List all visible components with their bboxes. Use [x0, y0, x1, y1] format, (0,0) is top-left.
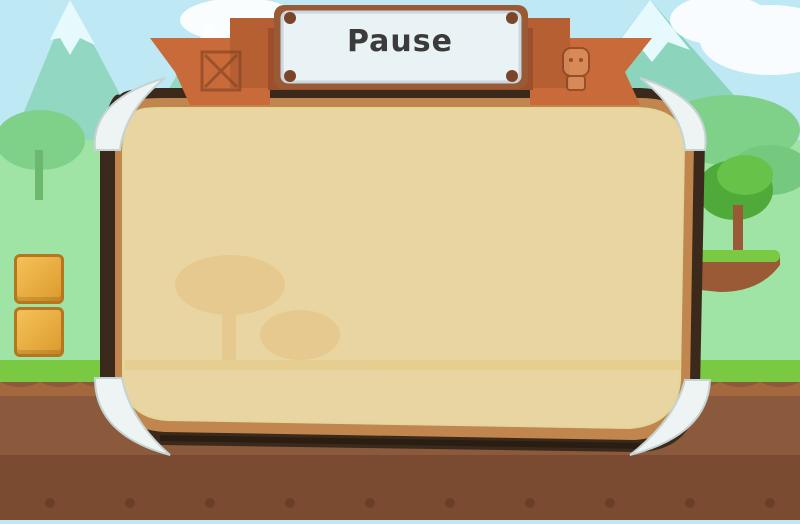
pause-title: Pause: [347, 24, 453, 59]
pause-dialog: Pause: [0, 0, 800, 520]
dialog-frame: [93, 5, 712, 456]
